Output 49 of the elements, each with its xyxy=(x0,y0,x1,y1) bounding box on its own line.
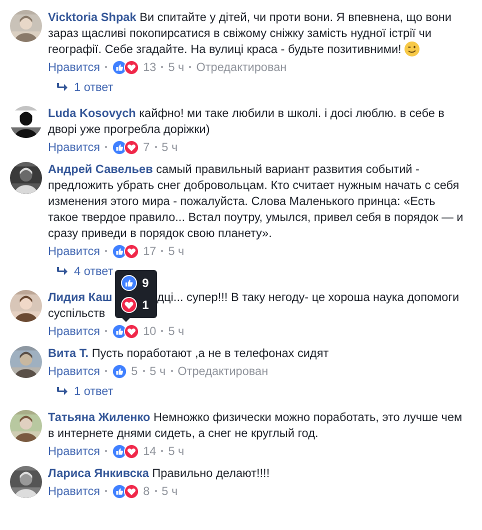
comment-text: Vicktoria Shpak Ви спитайте у дітей, чи проти вони. Я впевнена, що вони зараз щасливі покопирсатися в свіжому сніжку замість нудної істрії чи географії. Себе згадайте. На вулиці краса - будьте позитивними! xyxy=(48,9,452,57)
reaction-count[interactable]: 14 xyxy=(143,443,156,459)
like-link[interactable]: Нравится xyxy=(48,243,100,259)
replies-link[interactable]: 1 ответ xyxy=(74,384,114,398)
reaction-count: 1 xyxy=(142,297,149,313)
timestamp[interactable]: 5 ч xyxy=(168,243,184,259)
timestamp[interactable]: 5 ч xyxy=(168,59,184,75)
comment-text: Лариса Янкивска Правильно делают!!!! xyxy=(48,465,271,481)
thumbs-up-icon xyxy=(112,364,128,378)
reaction-count[interactable]: 10 xyxy=(143,323,156,339)
thumbs-up-icon xyxy=(121,275,138,291)
reply-arrow-icon xyxy=(56,386,68,396)
reply-arrow-icon xyxy=(56,82,68,92)
comment-text: дці... супер!!! В таку негоду- це хороша наука допомоги xyxy=(157,289,460,305)
commenter-name[interactable]: Luda Kosovych xyxy=(48,106,136,120)
timestamp[interactable]: 5 ч xyxy=(168,323,184,339)
timestamp[interactable]: 5 ч xyxy=(168,443,184,459)
timestamp[interactable]: 5 ч xyxy=(162,483,178,499)
commenter-name[interactable]: Vicktoria Shpak xyxy=(48,10,136,24)
edited-label[interactable]: Отредактирован xyxy=(196,59,287,75)
comment-text: Татьяна Жиленко Немножко физически можно поработать, это лучше чем в интернете днями сидеть, а снег не круглый год. xyxy=(48,409,464,441)
comment-text: Luda Kosovych кайфно! ми таке любили в школі. і досі люблю. в себе в дворі уже прогребла доріжки) xyxy=(48,105,446,137)
like-link[interactable]: Нравится xyxy=(48,483,100,499)
reaction-count[interactable]: 13 xyxy=(143,59,156,75)
replies-link[interactable]: 4 ответ xyxy=(74,264,114,278)
comment-text: Андрей Савельев самый правильный вариант развития событий - предложить убрать снег добровольцам. Кто считает нужным начать с себя изменения этого мира - пожалуйста. Слова Маленького принца: «Есть такое твердое правило... Встал поутру, умылся, привел себя в порядок — и сразу приведи в порядок свою планету». xyxy=(48,161,464,241)
like-link[interactable]: Нравится xyxy=(48,363,100,379)
like-link[interactable]: Нравится xyxy=(48,443,100,459)
reaction-count: 9 xyxy=(142,275,149,291)
commenter-name[interactable]: Татьяна Жиленко xyxy=(48,410,150,424)
replies-link[interactable]: 1 ответ xyxy=(74,80,114,94)
edited-label[interactable]: Отредактирован xyxy=(178,363,268,379)
commenter-name[interactable]: Андрей Савельев xyxy=(48,162,153,176)
timestamp[interactable]: 5 ч xyxy=(162,139,178,155)
commenter-name[interactable]: Лариса Янкивска xyxy=(48,466,149,480)
like-link[interactable]: Нравится xyxy=(48,139,100,155)
comment-text: Вита Т. Пусть поработают ,а не в телефонах сидят xyxy=(48,345,330,361)
like-link[interactable]: Нравится xyxy=(48,323,100,339)
reaction-count[interactable]: 7 xyxy=(143,139,150,155)
comment-text: суспільств xyxy=(48,305,106,321)
reaction-count[interactable]: 8 xyxy=(143,483,150,499)
reaction-count[interactable]: 17 xyxy=(143,243,156,259)
reply-arrow-icon xyxy=(56,266,68,276)
reaction-count[interactable]: 5 xyxy=(131,363,138,379)
commenter-name[interactable]: Вита Т. xyxy=(48,346,89,360)
commenter-name[interactable]: Лидия Каш xyxy=(48,289,112,305)
timestamp[interactable]: 5 ч xyxy=(150,363,166,379)
wink-emoji-icon xyxy=(404,41,420,57)
like-link[interactable]: Нравится xyxy=(48,59,100,75)
